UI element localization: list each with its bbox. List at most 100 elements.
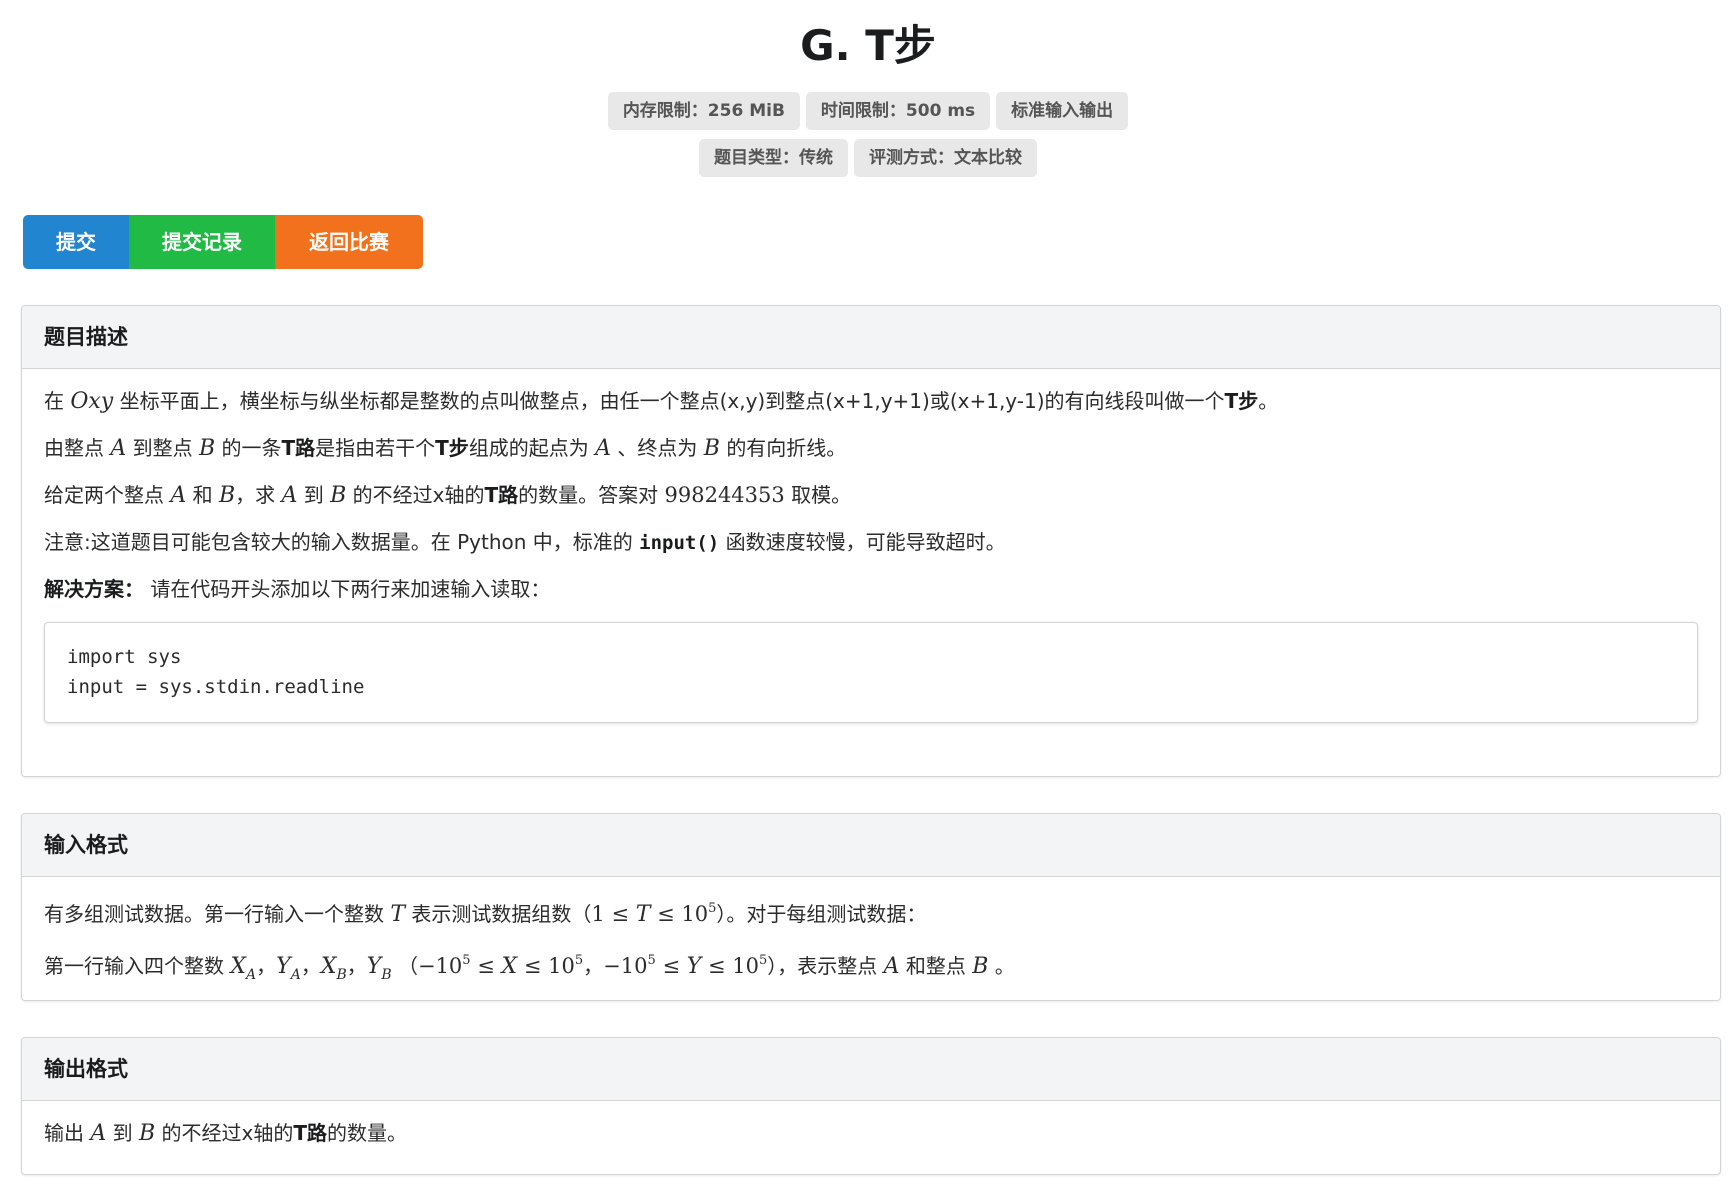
math-le: ≤ (517, 954, 549, 978)
math-le: ≤ (650, 902, 682, 926)
bold-t-path: T路 (484, 483, 519, 507)
text: 和整点 (905, 954, 966, 978)
bold-t-step: T步 (435, 436, 469, 460)
problem-labels-row-2: 题目类型：传统 评测方式：文本比较 (14, 139, 1722, 177)
description-paragraph-5: 解决方案： 请在代码开头添加以下两行来加速输入读取： (44, 574, 1698, 604)
submission-records-button[interactable]: 提交记录 (129, 215, 275, 269)
math-ten: 10 (732, 954, 759, 978)
text: 组成的起点为 (468, 436, 589, 460)
math-x: X (230, 954, 247, 979)
description-paragraph-1: 在 Oxy 坐标平面上，横坐标与纵坐标都是整数的点叫做整点，由任一个整点(x,y… (44, 386, 1698, 417)
bold-t-step: T步 (1224, 389, 1259, 413)
text: ）。对于每组测试数据： (716, 902, 927, 926)
text: ，求 (235, 483, 276, 507)
text: 第一行输入四个整数 (44, 954, 224, 978)
text: 输出 (44, 1121, 84, 1145)
output-format-header: 输出格式 (22, 1038, 1720, 1101)
text: 函数速度较慢，可能导致超时。 (725, 530, 1006, 554)
text: 的数量。答案对 (518, 483, 659, 507)
text: 的不经过x轴的 (352, 483, 485, 507)
judge-method-label: 评测方式：文本比较 (854, 139, 1037, 177)
description-header: 题目描述 (22, 306, 1720, 369)
bold-solution-label: 解决方案： (44, 577, 144, 601)
text: 请在代码开头添加以下两行来加速输入读取： (150, 577, 551, 601)
problem-type-label: 题目类型：传统 (699, 139, 848, 177)
math-a: A (90, 1121, 107, 1146)
text: 、终点为 (617, 436, 698, 460)
math-a: A (170, 483, 187, 508)
output-format-section: 输出格式 输出 A 到 B 的不经过x轴的T路的数量。 (21, 1037, 1721, 1175)
math-subscript: B (336, 967, 347, 983)
math-x: X (501, 954, 518, 979)
math-exponent: 5 (574, 953, 584, 968)
text: 的一条 (221, 436, 282, 460)
math-a: A (883, 954, 900, 979)
output-format-paragraph-1: 输出 A 到 B 的不经过x轴的T路的数量。 (44, 1118, 1698, 1149)
math-ten: 10 (548, 954, 575, 978)
text: 在 (44, 389, 64, 413)
math-a: A (110, 436, 127, 461)
page-title: G. T步 (800, 21, 936, 70)
time-limit-label: 时间限制：500 ms (805, 92, 991, 130)
math-le: ≤ (655, 954, 687, 978)
text: ， (346, 954, 367, 978)
text: 由整点 (44, 436, 104, 460)
text: 的有向折线。 (726, 436, 847, 460)
math-subscript: A (246, 967, 257, 983)
math-one: 1 (591, 902, 605, 926)
input-format-paragraph-1: 有多组测试数据。第一行输入一个整数 T 表示测试数据组数（1 ≤ T ≤ 105… (44, 894, 1698, 930)
inline-code-input: input() (639, 532, 720, 554)
description-body: 在 Oxy 坐标平面上，横坐标与纵坐标都是整数的点叫做整点，由任一个整点(x,y… (22, 369, 1720, 743)
math-b: B (703, 436, 720, 461)
math-exponent: 5 (758, 953, 768, 968)
submit-button[interactable]: 提交 (23, 215, 129, 269)
action-button-group: 提交 提交记录 返回比赛 (23, 215, 1722, 269)
text: ， (300, 954, 321, 978)
math-b: B (330, 483, 347, 508)
code-line: import sys (67, 646, 182, 668)
text: 表示测试数据组数（ (411, 902, 592, 926)
problem-page: G. T步 内存限制：256 MiB 时间限制：500 ms 标准输入输出 题目… (0, 0, 1736, 1198)
math-exponent: 5 (462, 953, 471, 968)
math-x: X (320, 954, 337, 979)
text: 给定两个整点 (44, 483, 164, 507)
problem-labels-row-1: 内存限制：256 MiB 时间限制：500 ms 标准输入输出 (14, 92, 1722, 130)
description-section: 题目描述 在 Oxy 坐标平面上，横坐标与纵坐标都是整数的点叫做整点，由任一个整… (21, 305, 1721, 777)
code-block: import sys input = sys.stdin.readline (44, 622, 1698, 723)
math-exponent: 5 (647, 953, 656, 968)
math-subscript: A (290, 967, 301, 983)
math-t: T (635, 902, 651, 927)
math-b: B (138, 1121, 156, 1146)
math-y: Y (276, 954, 291, 979)
math-subscript: B (381, 967, 392, 983)
text: 有多组测试数据。第一行输入一个整数 (44, 902, 384, 926)
back-to-contest-button[interactable]: 返回比赛 (275, 215, 423, 269)
math-y: Y (366, 954, 382, 979)
bold-t-path: T路 (293, 1121, 327, 1145)
input-format-section: 输入格式 有多组测试数据。第一行输入一个整数 T 表示测试数据组数（1 ≤ T … (21, 813, 1721, 1001)
text: 注意:这道题目可能包含较大的输入数据量。在 Python 中，标准的 (44, 530, 633, 554)
bold-t-path: T路 (281, 436, 316, 460)
math-b: B (972, 954, 989, 979)
input-format-paragraph-2: 第一行输入四个整数 XA，YA，XB，YB （−105 ≤ X ≤ 105，−1… (44, 946, 1698, 990)
math-b: B (198, 436, 216, 461)
math-y: Y (686, 954, 702, 979)
math-neg-ten: −10 (417, 954, 463, 978)
math-le: ≤ (701, 954, 733, 978)
math-le: ≤ (604, 902, 636, 926)
math-a: A (281, 483, 298, 508)
description-paragraph-2: 由整点 A 到整点 B 的一条T路是指由若干个T步组成的起点为 A 、终点为 B… (44, 433, 1698, 464)
memory-limit-label: 内存限制：256 MiB (607, 92, 800, 130)
math-t: T (390, 902, 406, 927)
io-type-label: 标准输入输出 (996, 92, 1129, 130)
code-line: input = sys.stdin.readline (67, 676, 365, 698)
math-neg-ten: −10 (603, 954, 648, 978)
text: 和 (192, 483, 213, 507)
math-ten: 10 (681, 902, 709, 926)
output-format-body: 输出 A 到 B 的不经过x轴的T路的数量。 (22, 1101, 1720, 1185)
math-b: B (218, 483, 236, 508)
text: ， (583, 954, 604, 978)
text: 的不经过x轴的 (161, 1121, 294, 1145)
text: 到整点 (132, 436, 193, 460)
description-paragraph-4: 注意:这道题目可能包含较大的输入数据量。在 Python 中，标准的 input… (44, 527, 1698, 558)
